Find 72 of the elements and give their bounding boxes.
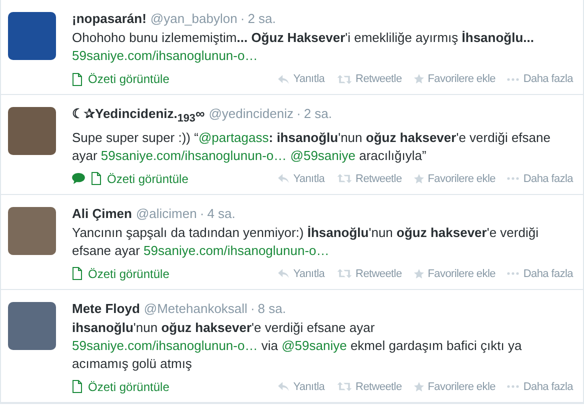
user-handle[interactable]: @Metehankoksall bbox=[144, 300, 248, 316]
user-name[interactable]: Ali Çimen bbox=[72, 206, 132, 221]
tweet-time[interactable]: 4 sa. bbox=[207, 206, 236, 221]
retweet-button[interactable]: Retweetle bbox=[336, 266, 402, 281]
reply-button[interactable]: Yanıtla bbox=[278, 72, 325, 86]
more-icon bbox=[507, 385, 520, 388]
more-button[interactable]: Daha fazla bbox=[507, 266, 573, 281]
tweet-link[interactable]: 59saniye.com/ihsanoglunun-o… bbox=[72, 48, 258, 63]
tweet-time[interactable]: 2 sa. bbox=[248, 11, 276, 26]
tweet-text: ihsanoğlu'nun oğuz haksever'e verdiği efsane ayar 59saniye.com/ihsanoglunun-o… via @59saniye ekmel gardaşım bafici çıktı ya acımamış golü atmış bbox=[72, 318, 523, 373]
more-button[interactable]: Daha fazla bbox=[507, 172, 573, 186]
document-icon bbox=[72, 72, 82, 86]
tweet-time[interactable]: 8 sa. bbox=[258, 300, 286, 316]
reply-button[interactable]: Yanıtla bbox=[278, 266, 325, 281]
view-summary-link[interactable]: Özeti görüntüle bbox=[72, 266, 170, 281]
tweet-text: Supe super super :)) “@partagass: ihsanoğlu'nun oğuz haksever'e verdiği efsane ayar 59saniye.com/ihsanoglunun-o… @59saniye aracılığıyla” bbox=[72, 128, 552, 165]
separator-dot: · bbox=[240, 11, 245, 26]
favorite-button[interactable]: Favorilere ekle bbox=[414, 172, 496, 186]
view-summary-link[interactable]: Özeti görüntüle bbox=[72, 72, 170, 86]
more-icon bbox=[507, 78, 520, 80]
avatar-photo-placeholder bbox=[8, 12, 56, 60]
retweet-button[interactable]: Retweetle bbox=[336, 72, 402, 86]
more-button[interactable]: Daha fazla bbox=[507, 380, 573, 394]
tweet-link[interactable]: 59saniye.com/ihsanoglunun-o… bbox=[144, 242, 330, 258]
more-button[interactable]: Daha fazla bbox=[507, 72, 573, 86]
more-icon bbox=[507, 177, 520, 180]
retweet-button[interactable]: Retweetle bbox=[336, 172, 402, 186]
avatar-photo-placeholder bbox=[8, 302, 56, 350]
retweet-icon bbox=[336, 74, 352, 84]
avatar-photo-placeholder bbox=[8, 107, 56, 155]
reply-button[interactable]: Yanıtla bbox=[278, 380, 325, 394]
tweet-text: Yancının şapşalı da tadından yenmiyor:) İhsanoğlu'nun oğuz haksever'e verdiği efsane ayar 59saniye.com/ihsanoglunun-o… bbox=[72, 224, 540, 260]
tweet-link[interactable]: @partagass bbox=[198, 130, 269, 145]
reply-icon bbox=[278, 382, 290, 392]
star-icon bbox=[414, 74, 424, 84]
retweet-icon bbox=[336, 269, 352, 278]
star-icon bbox=[414, 268, 424, 279]
reply-icon bbox=[278, 269, 290, 278]
star-icon bbox=[414, 174, 424, 184]
retweet-button[interactable]: Retweetle bbox=[336, 380, 402, 394]
speech-bubble-icon[interactable] bbox=[72, 173, 85, 184]
user-name[interactable]: ¡nopasarán! bbox=[72, 11, 146, 26]
document-icon bbox=[72, 380, 82, 394]
favorite-button[interactable]: Favorilere ekle bbox=[414, 266, 496, 281]
document-icon bbox=[91, 172, 101, 186]
tweet-link[interactable]: 59saniye.com/ihsanoglunun-o… bbox=[72, 338, 258, 353]
retweet-icon bbox=[336, 382, 352, 392]
tweet-link[interactable]: 59saniye.com/ihsanoglunun-o… bbox=[100, 148, 287, 163]
favorite-button[interactable]: Favorilere ekle bbox=[414, 72, 496, 86]
retweet-icon bbox=[336, 174, 352, 184]
user-handle[interactable]: @alicimen bbox=[136, 206, 197, 221]
tweet-link[interactable]: @59saniye bbox=[282, 338, 347, 353]
favorite-button[interactable]: Favorilere ekle bbox=[414, 380, 496, 394]
document-icon bbox=[72, 267, 82, 280]
star-icon bbox=[414, 382, 424, 392]
separator-dot: · bbox=[250, 300, 255, 316]
separator-dot: · bbox=[296, 106, 301, 121]
reply-icon bbox=[278, 174, 290, 184]
user-name[interactable]: Mete Floyd bbox=[72, 300, 140, 316]
avatar-photo-placeholder bbox=[8, 206, 56, 255]
view-summary-link[interactable]: Özeti görüntüle bbox=[91, 172, 188, 186]
tweet-time[interactable]: 2 sa. bbox=[304, 106, 332, 121]
separator-dot: · bbox=[200, 206, 204, 221]
tweet-link[interactable]: @59saniye bbox=[290, 148, 356, 163]
tweet-text: Ohohoho bunu izlememiştim... Oğuz Haksever'i emekliliğe ayırmış İhsanoğlu... 59saniye.com/ihsanoglunun-o… bbox=[72, 29, 535, 65]
more-icon bbox=[507, 272, 520, 276]
user-name[interactable]: ☾✰Yedincideniz.$_{193}$∞ bbox=[72, 106, 205, 121]
user-handle[interactable]: @yedincideniz bbox=[208, 106, 294, 121]
user-handle[interactable]: @yan_babylon bbox=[150, 11, 238, 26]
view-summary-link[interactable]: Özeti görüntüle bbox=[72, 380, 170, 394]
reply-icon bbox=[278, 74, 290, 84]
reply-button[interactable]: Yanıtla bbox=[278, 172, 325, 186]
